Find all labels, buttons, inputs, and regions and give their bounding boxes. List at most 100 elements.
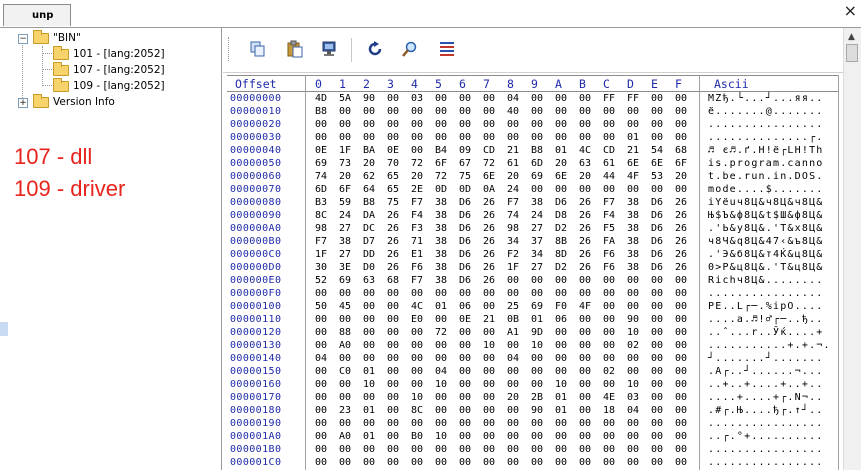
hex-byte[interactable]: D8	[553, 210, 569, 221]
hex-byte[interactable]: 00	[601, 106, 617, 117]
hex-byte[interactable]: 00	[337, 444, 353, 455]
hex-byte[interactable]: 00	[385, 119, 401, 130]
hex-byte[interactable]: 00	[673, 314, 689, 325]
hex-byte[interactable]: 26	[481, 236, 497, 247]
hex-byte[interactable]: 0B	[505, 314, 521, 325]
hex-row[interactable]: 00000000 4D 5A 90 00 03 00 00 00 04 00 00 00 FF FF 00 00…	[227, 93, 839, 106]
hex-byte[interactable]: 00	[313, 392, 329, 403]
hex-byte[interactable]: 67	[457, 158, 473, 169]
hex-byte[interactable]: 01	[529, 314, 545, 325]
hex-byte[interactable]: 25	[505, 301, 521, 312]
hex-byte[interactable]: 26	[673, 197, 689, 208]
hex-byte[interactable]: 6E	[649, 158, 665, 169]
hex-byte[interactable]: 10	[409, 392, 425, 403]
hex-byte[interactable]: 00	[433, 314, 449, 325]
hex-byte[interactable]: 6E	[553, 171, 569, 182]
hex-byte[interactable]: 00	[361, 314, 377, 325]
hex-row[interactable]: 00000180 00 23 01 00 8C 00 00 00 00 90 01 00 18 04 00 00…	[227, 405, 839, 418]
hex-byte[interactable]: FF	[625, 93, 641, 104]
hex-byte[interactable]: 98	[313, 223, 329, 234]
hex-byte[interactable]: 00	[337, 106, 353, 117]
hex-byte[interactable]: B8	[361, 197, 377, 208]
hex-byte[interactable]: 00	[649, 366, 665, 377]
hex-byte[interactable]: 6D	[529, 158, 545, 169]
ascii-text[interactable]: ..ˆ...r..Ўќ....+	[708, 327, 824, 338]
hex-byte[interactable]: 38	[625, 197, 641, 208]
hex-byte[interactable]: 21	[481, 314, 497, 325]
hex-byte[interactable]: 00	[505, 340, 521, 351]
hex-byte[interactable]: B8	[313, 106, 329, 117]
hex-byte[interactable]: 26	[385, 262, 401, 273]
hex-byte[interactable]: 00	[673, 119, 689, 130]
ascii-text[interactable]: ....а.♬!♂┌─..ђ..	[708, 314, 824, 325]
ascii-text[interactable]: ................	[708, 288, 824, 299]
hex-byte[interactable]: 00	[553, 340, 569, 351]
hex-byte[interactable]: 00	[625, 418, 641, 429]
hex-byte[interactable]: 00	[577, 93, 593, 104]
hex-byte[interactable]: C0	[337, 366, 353, 377]
hex-byte[interactable]: 6F	[337, 184, 353, 195]
hex-byte[interactable]: 00	[673, 353, 689, 364]
ascii-text[interactable]: 0>Р&ц8Ц&.'Т&ц8Ц&	[708, 262, 824, 273]
hex-byte[interactable]: 00	[361, 418, 377, 429]
hex-byte[interactable]: 00	[553, 431, 569, 442]
tree-node-101[interactable]: 101 - [lang:2052]	[0, 46, 220, 62]
hex-byte[interactable]: 00	[409, 444, 425, 455]
hex-byte[interactable]: 04	[505, 93, 521, 104]
hex-row[interactable]: 00000170 00 00 00 00 10 00 00 00 20 2B 01 00 4E 03 00 00…	[227, 392, 839, 405]
hex-byte[interactable]: 00	[481, 353, 497, 364]
hex-byte[interactable]: 72	[481, 158, 497, 169]
hex-byte[interactable]: 00	[385, 327, 401, 338]
hex-byte[interactable]: 00	[457, 93, 473, 104]
hex-byte[interactable]: 27	[337, 223, 353, 234]
hex-byte[interactable]: 00	[601, 184, 617, 195]
ascii-text[interactable]: ё.......@.......	[708, 106, 824, 117]
hex-byte[interactable]: 74	[505, 210, 521, 221]
hex-byte[interactable]: 4C	[577, 145, 593, 156]
hex-byte[interactable]: 18	[601, 405, 617, 416]
hex-byte[interactable]: 00	[457, 288, 473, 299]
hex-byte[interactable]: 00	[625, 353, 641, 364]
hex-byte[interactable]: 38	[433, 197, 449, 208]
hex-byte[interactable]: 00	[577, 353, 593, 364]
hex-byte[interactable]: 00	[601, 444, 617, 455]
hex-byte[interactable]: 26	[577, 262, 593, 273]
hex-byte[interactable]: 00	[337, 353, 353, 364]
hex-byte[interactable]: 00	[649, 314, 665, 325]
hex-byte[interactable]: 00	[385, 444, 401, 455]
hex-row[interactable]: 00000090 8C 24 DA 26 F4 38 D6 26 74 24 D8 26 F4 38 D6 26…	[227, 210, 839, 223]
hex-byte[interactable]: 38	[433, 262, 449, 273]
hex-byte[interactable]: 00	[601, 418, 617, 429]
hex-byte[interactable]: 00	[385, 314, 401, 325]
hex-byte[interactable]: 00	[553, 353, 569, 364]
hex-byte[interactable]: 23	[337, 405, 353, 416]
hex-byte[interactable]: 38	[433, 236, 449, 247]
hex-byte[interactable]: 63	[361, 275, 377, 286]
hex-row[interactable]: 00000060 74 20 62 65 20 72 75 6E 20 69 6E 20 44 4F 53 20…	[227, 171, 839, 184]
hex-byte[interactable]: F4	[601, 210, 617, 221]
hex-byte[interactable]: 00	[313, 327, 329, 338]
hex-byte[interactable]: 00	[649, 431, 665, 442]
hex-byte[interactable]: 4F	[577, 301, 593, 312]
hex-byte[interactable]: 00	[361, 353, 377, 364]
copy-icon[interactable]	[249, 40, 267, 58]
hex-row[interactable]: 00000110 00 00 00 00 E0 00 0E 21 0B 01 06 00 00 90 00 00…	[227, 314, 839, 327]
ascii-text[interactable]: ................	[708, 119, 824, 130]
hex-byte[interactable]: 00	[529, 275, 545, 286]
hex-byte[interactable]: 00	[505, 444, 521, 455]
hex-byte[interactable]: 00	[481, 457, 497, 468]
hex-byte[interactable]: 00	[529, 418, 545, 429]
hex-byte[interactable]: 38	[625, 223, 641, 234]
hex-byte[interactable]: 00	[361, 106, 377, 117]
hex-byte[interactable]: 00	[409, 340, 425, 351]
hex-byte[interactable]: 00	[625, 431, 641, 442]
hex-byte[interactable]: 00	[385, 288, 401, 299]
hex-byte[interactable]: 00	[457, 340, 473, 351]
ascii-text[interactable]: .#┌.Њ....ђ┌.↑┘..	[708, 405, 824, 416]
hex-byte[interactable]: 00	[433, 119, 449, 130]
hex-byte[interactable]: 59	[337, 197, 353, 208]
hex-byte[interactable]: 00	[625, 457, 641, 468]
close-icon[interactable]: ×	[844, 3, 857, 19]
hex-row[interactable]: 000001C0 00 00 00 00 00 00 00 00 00 00 00 00 00 00 00 00…	[227, 457, 839, 470]
hex-byte[interactable]: 26	[481, 223, 497, 234]
